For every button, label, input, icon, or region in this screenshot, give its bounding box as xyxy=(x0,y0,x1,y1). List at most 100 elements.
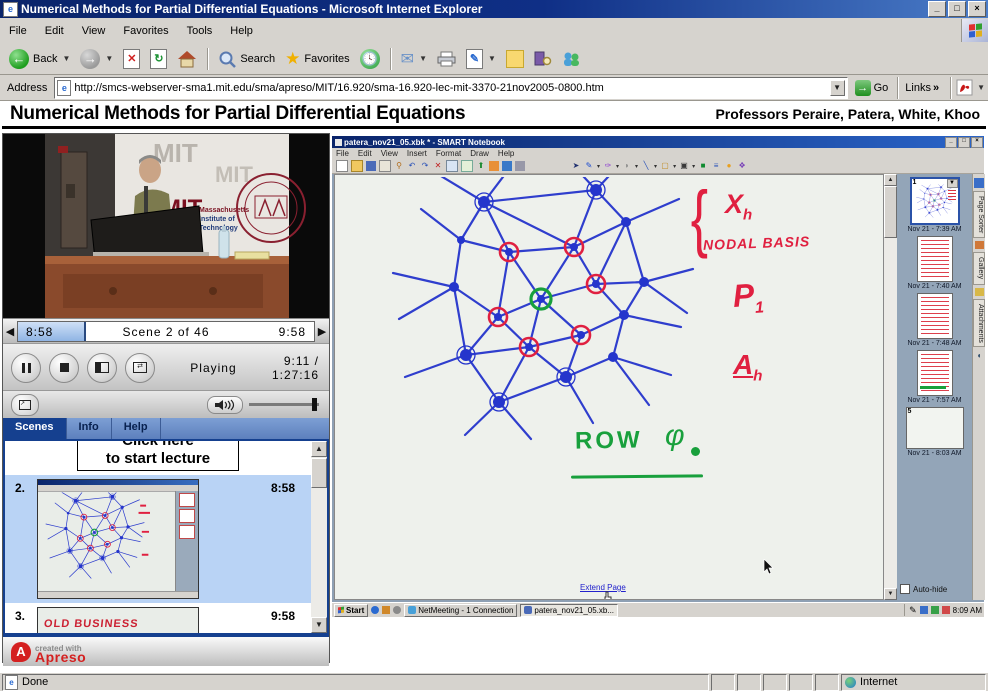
tray-icon xyxy=(931,606,939,614)
page-sorter-panel: 1 ▼ Nov 21 - 7:39 AM 2 Nov 21 - 7:40 AM … xyxy=(897,174,972,600)
tray-shield-icon xyxy=(942,606,950,614)
professors-label: Professors Peraire, Patera, White, Khoo xyxy=(715,106,986,122)
scroll-up-arrow[interactable]: ▲ xyxy=(311,441,327,457)
mute-button[interactable] xyxy=(207,396,243,414)
whiteboard-scrollbar: ▲ ▼ xyxy=(884,174,897,600)
auto-hide-checkbox: Auto-hide xyxy=(900,582,970,596)
go-arrow-icon: → xyxy=(855,80,871,96)
page-menu-icon: ▼ xyxy=(947,179,958,188)
nb-maximize-icon: □ xyxy=(958,137,970,148)
links-label[interactable]: Links xyxy=(903,82,933,94)
scene-end-time: 9:58 xyxy=(279,322,306,341)
attachments-icon xyxy=(975,288,984,296)
scene-row-2[interactable]: 2. 8:58 xyxy=(5,475,311,603)
stop-playback-button[interactable] xyxy=(49,353,79,383)
stop-button[interactable]: ✕ xyxy=(118,47,145,71)
volume-slider[interactable] xyxy=(249,403,319,406)
svg-text:Technology: Technology xyxy=(199,225,238,232)
tab-help[interactable]: Help xyxy=(112,418,161,439)
address-url: http://smcs-webserver-sma1.mit.edu/sma/a… xyxy=(74,82,829,94)
maximize-button[interactable]: □ xyxy=(948,1,966,17)
close-button[interactable]: × xyxy=(968,1,986,17)
search-button[interactable]: Search xyxy=(213,48,280,70)
notebook-app-icon xyxy=(335,139,342,146)
minimize-button[interactable]: _ xyxy=(928,1,946,17)
ie-window: e Numerical Methods for Partial Differen… xyxy=(0,0,988,691)
next-scene-arrow[interactable]: ▶ xyxy=(315,325,329,338)
links-chevron[interactable]: » xyxy=(933,82,945,94)
page-thumbnail-1: 1 ▼ xyxy=(910,177,960,225)
mail-dropdown[interactable]: ▼ xyxy=(419,54,427,63)
elapsed-time: 9:11 / xyxy=(284,354,319,368)
print-button[interactable] xyxy=(432,49,461,69)
layout-button[interactable] xyxy=(87,353,117,383)
tab-info[interactable]: Info xyxy=(67,418,112,439)
menu-help[interactable]: Help xyxy=(221,22,262,40)
menu-favorites[interactable]: Favorites xyxy=(114,22,177,40)
scene-label: Scene 2 of 46 xyxy=(18,322,314,341)
messenger-button[interactable] xyxy=(557,49,585,69)
page-sorter-icon xyxy=(974,178,984,188)
menu-edit[interactable]: Edit xyxy=(36,22,73,40)
acrobat-dropdown[interactable]: ▼ xyxy=(977,83,985,92)
popout-button[interactable]: ↗ xyxy=(11,394,39,416)
scene-2-thumbnail[interactable] xyxy=(37,479,199,599)
scroll-thumb[interactable] xyxy=(311,458,327,488)
back-dropdown[interactable]: ▼ xyxy=(62,54,70,63)
menu-file[interactable]: File xyxy=(0,22,36,40)
research-button[interactable] xyxy=(529,48,557,69)
scene-list-scrollbar[interactable]: ▲ ▼ xyxy=(311,441,327,633)
ink-ah: Ah xyxy=(733,349,762,385)
edit-dropdown[interactable]: ▼ xyxy=(488,54,496,63)
start-lecture-button[interactable]: Click here to start lecture xyxy=(77,441,239,471)
pip-button[interactable]: ⇄ xyxy=(125,353,155,383)
camera-icon xyxy=(515,161,525,171)
pause-button[interactable] xyxy=(11,353,41,383)
scene-3-thumbnail[interactable]: OLD BUSINESS xyxy=(37,607,199,633)
menu-tools[interactable]: Tools xyxy=(178,22,222,40)
status-pane xyxy=(815,674,839,691)
apreso-logo-icon[interactable]: A xyxy=(11,642,31,662)
forward-dropdown[interactable]: ▼ xyxy=(105,54,113,63)
tray-pen-icon: ✎ xyxy=(909,605,917,616)
open-icon xyxy=(351,160,363,172)
speaker-icon xyxy=(214,399,236,411)
address-input[interactable]: e http://smcs-webserver-sma1.mit.edu/sma… xyxy=(54,77,847,99)
back-button[interactable]: ← Back ▼ xyxy=(4,47,75,71)
address-dropdown[interactable]: ▼ xyxy=(830,80,845,96)
menu-view[interactable]: View xyxy=(73,22,115,40)
go-button[interactable]: → Go xyxy=(851,79,893,97)
search-icon xyxy=(218,50,236,68)
acrobat-icon[interactable] xyxy=(956,79,974,97)
page-thumbnail-5: 5 xyxy=(906,407,964,449)
video-player-panel: MIT MIT MIT Massachusetts Institute of T… xyxy=(2,133,330,663)
page-thumbnail-4: 4 xyxy=(917,350,953,396)
refresh-button[interactable]: ↻ xyxy=(145,47,172,71)
scene-row-3[interactable]: 3. OLD BUSINESS 9:58 xyxy=(5,603,311,633)
quicklaunch-media-icon xyxy=(393,606,401,614)
edit-icon: ✎ xyxy=(466,49,483,69)
windows-taskbar: Start NetMeeting - 1 Connection patera_n… xyxy=(332,602,984,617)
mail-button[interactable]: ✉ ▼ xyxy=(396,47,432,71)
apreso-text[interactable]: created with Apreso xyxy=(35,642,86,662)
start-flag-icon xyxy=(338,607,344,614)
svg-text:Institute of: Institute of xyxy=(199,216,235,223)
forward-button[interactable]: → ▼ xyxy=(75,47,118,71)
tab-scenes[interactable]: Scenes xyxy=(3,418,67,439)
apreso-bar: A created with Apreso xyxy=(3,635,329,666)
edit-button[interactable]: ✎ ▼ xyxy=(461,47,501,71)
home-button[interactable] xyxy=(172,48,202,70)
window-titlebar[interactable]: e Numerical Methods for Partial Differen… xyxy=(0,0,988,18)
notes-button[interactable] xyxy=(501,48,529,70)
redo-icon: ↷ xyxy=(420,161,430,171)
previous-scene-arrow[interactable]: ◀ xyxy=(3,325,17,338)
volume-thumb[interactable] xyxy=(312,398,317,411)
scene-progress-track[interactable]: 8:58 Scene 2 of 46 9:58 xyxy=(17,321,315,342)
research-book-icon xyxy=(534,50,552,67)
scroll-down-arrow[interactable]: ▼ xyxy=(311,617,327,633)
history-button[interactable]: 🕓 xyxy=(355,47,385,71)
nb-close-icon: × xyxy=(971,137,983,148)
favorites-button[interactable]: ★ Favorites xyxy=(280,50,355,68)
forward-icon: → xyxy=(80,49,100,69)
pause-icon xyxy=(22,363,31,373)
